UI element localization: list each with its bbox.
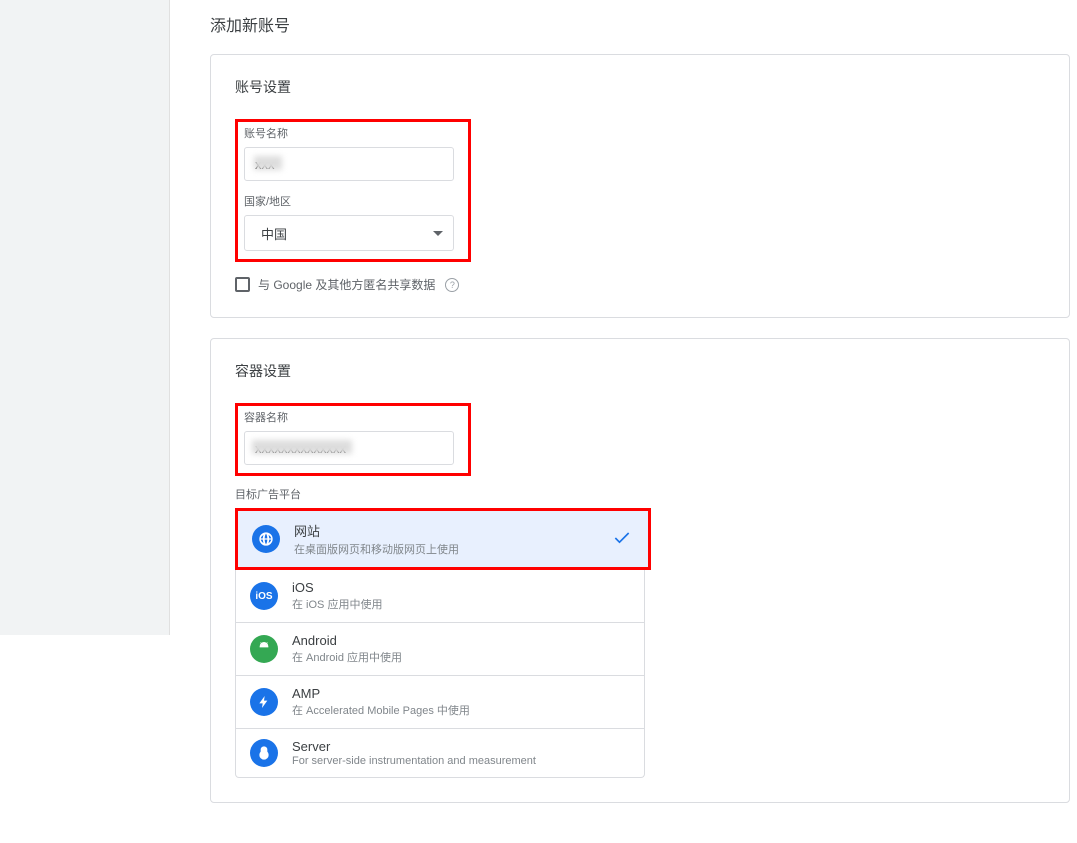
ios-icon: iOS — [250, 582, 278, 610]
platform-web-desc: 在桌面版网页和移动版网页上使用 — [294, 541, 634, 557]
container-name-highlight: 容器名称 xxxxxxxx — [235, 403, 471, 476]
account-fields-highlight: 账号名称 xx 国家/地区 中国 — [235, 119, 471, 262]
platform-option-amp[interactable]: AMP 在 Accelerated Mobile Pages 中使用 — [236, 675, 644, 728]
account-settings-card: 账号设置 账号名称 xx 国家/地区 中国 与 Google 及其他方匿名共享数… — [210, 54, 1070, 318]
container-name-label: 容器名称 — [244, 409, 462, 425]
left-sidebar — [0, 0, 170, 635]
page-title: 添加新账号 — [210, 0, 1077, 54]
country-select[interactable]: 中国 — [244, 215, 454, 251]
platform-option-ios[interactable]: iOS iOS 在 iOS 应用中使用 — [236, 570, 644, 622]
account-settings-title: 账号设置 — [235, 77, 1045, 97]
amp-icon — [250, 688, 278, 716]
server-icon — [250, 739, 278, 767]
check-icon — [612, 528, 632, 551]
platform-server-desc: For server-side instrumentation and meas… — [292, 755, 630, 767]
container-settings-card: 容器设置 容器名称 xxxxxxxx 目标广告平台 网站 在桌面版网页和移动版网… — [210, 338, 1070, 803]
country-label: 国家/地区 — [244, 193, 462, 209]
platform-android-desc: 在 Android 应用中使用 — [292, 649, 630, 665]
share-data-label: 与 Google 及其他方匿名共享数据 — [258, 276, 435, 293]
android-icon — [250, 635, 278, 663]
account-name-label: 账号名称 — [244, 125, 462, 141]
platform-server-title: Server — [292, 739, 630, 754]
platform-android-title: Android — [292, 633, 630, 648]
chevron-down-icon — [433, 231, 443, 236]
platform-option-server[interactable]: Server For server-side instrumentation a… — [236, 728, 644, 777]
platform-web-highlight: 网站 在桌面版网页和移动版网页上使用 — [235, 508, 651, 570]
help-icon[interactable]: ? — [445, 278, 459, 292]
globe-icon — [252, 525, 280, 553]
platform-ios-title: iOS — [292, 580, 630, 595]
share-data-checkbox[interactable] — [235, 277, 250, 292]
platform-web-title: 网站 — [294, 521, 634, 540]
container-settings-title: 容器设置 — [235, 361, 1045, 381]
platform-option-android[interactable]: Android 在 Android 应用中使用 — [236, 622, 644, 675]
platform-label: 目标广告平台 — [235, 486, 1045, 502]
platform-amp-title: AMP — [292, 686, 630, 701]
platform-ios-desc: 在 iOS 应用中使用 — [292, 596, 630, 612]
country-value: 中国 — [261, 224, 287, 243]
platform-amp-desc: 在 Accelerated Mobile Pages 中使用 — [292, 702, 630, 718]
platform-option-web[interactable]: 网站 在桌面版网页和移动版网页上使用 — [238, 511, 648, 567]
